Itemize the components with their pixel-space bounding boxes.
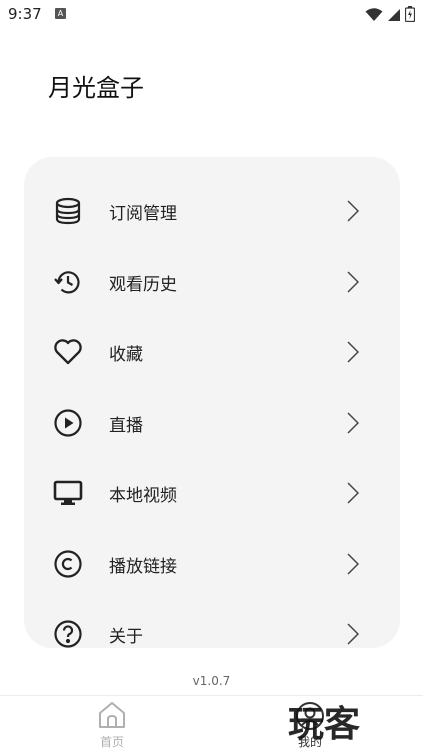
chevron-right-icon	[344, 622, 362, 646]
menu-item-favorites[interactable]: 收藏	[24, 317, 400, 387]
chevron-right-icon	[344, 270, 362, 294]
home-icon	[96, 700, 128, 732]
chevron-right-icon	[344, 411, 362, 435]
tab-home[interactable]: 首页	[62, 698, 162, 753]
svg-text:玩客: 玩客	[288, 704, 360, 745]
menu-item-label: 本地视频	[109, 485, 177, 506]
chevron-right-icon	[344, 481, 362, 505]
menu-item-history[interactable]: 观看历史	[24, 247, 400, 317]
copyright-icon	[52, 548, 84, 580]
tab-bar-divider	[0, 695, 423, 696]
menu-item-live[interactable]: 直播	[24, 388, 400, 458]
watermark-logo: 玩客	[288, 698, 423, 748]
monitor-icon	[52, 477, 84, 509]
chevron-right-icon	[344, 199, 362, 223]
menu-item-label: 观看历史	[109, 274, 177, 295]
menu-item-label: 订阅管理	[109, 203, 177, 224]
wifi-icon	[365, 7, 383, 26]
heart-icon	[52, 336, 84, 368]
database-icon	[52, 195, 84, 227]
status-time: 9:37	[8, 5, 42, 23]
chevron-right-icon	[344, 552, 362, 576]
menu-item-label: 播放链接	[109, 556, 177, 577]
signal-icon	[387, 7, 401, 26]
menu-item-label: 直播	[109, 415, 143, 436]
notification-badge: A	[55, 8, 66, 19]
battery-icon	[404, 6, 416, 26]
history-icon	[52, 266, 84, 298]
menu-item-label: 收藏	[109, 344, 143, 365]
menu-item-subscriptions[interactable]: 订阅管理	[24, 176, 400, 246]
menu-card: 订阅管理 观看历史 收藏 直播 本地视频 播放链接 关于	[24, 157, 400, 648]
menu-item-play-link[interactable]: 播放链接	[24, 529, 400, 599]
status-bar: 9:37 A	[0, 0, 423, 28]
menu-item-label: 关于	[109, 626, 143, 647]
play-circle-icon	[52, 407, 84, 439]
version-label: v1.0.7	[192, 674, 231, 688]
page-title: 月光盒子	[48, 74, 144, 102]
menu-item-local-video[interactable]: 本地视频	[24, 458, 400, 528]
chevron-right-icon	[344, 340, 362, 364]
menu-item-about[interactable]: 关于	[24, 599, 400, 648]
tab-home-label: 首页	[99, 735, 124, 749]
help-icon	[52, 618, 84, 648]
